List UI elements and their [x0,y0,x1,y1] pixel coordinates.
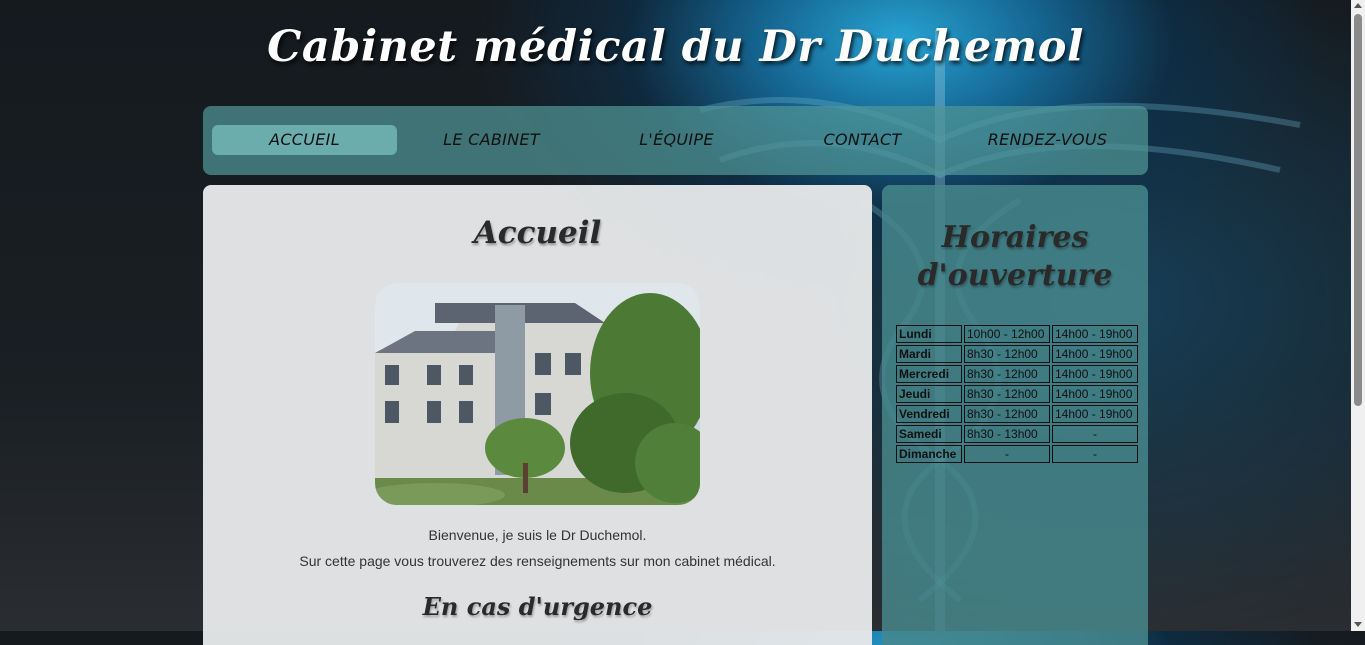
afternoon-hours-cell: - [1052,445,1138,463]
day-cell: Dimanche [896,445,962,463]
nav-item-accueil[interactable]: ACCUEIL [212,125,397,155]
nav-item-le-cabinet[interactable]: LE CABINET [399,125,584,155]
morning-hours-cell: 8h30 - 12h00 [964,385,1050,403]
table-row: Mardi 8h30 - 12h00 14h00 - 19h00 [896,345,1138,363]
page-heading: Accueil [473,215,602,251]
day-cell: Lundi [896,325,962,343]
table-row: Mercredi 8h30 - 12h00 14h00 - 19h00 [896,365,1138,383]
afternoon-hours-cell: 14h00 - 19h00 [1052,365,1138,383]
day-cell: Vendredi [896,405,962,423]
morning-hours-cell: 8h30 - 12h00 [964,405,1050,423]
opening-hours-table: Lundi 10h00 - 12h00 14h00 - 19h00 Mardi … [894,323,1140,465]
day-cell: Samedi [896,425,962,443]
day-cell: Mardi [896,345,962,363]
table-row: Lundi 10h00 - 12h00 14h00 - 19h00 [896,325,1138,343]
intro-line-1: Bienvenue, je suis le Dr Duchemol. [428,527,647,543]
table-row: Jeudi 8h30 - 12h00 14h00 - 19h00 [896,385,1138,403]
morning-hours-cell: 10h00 - 12h00 [964,325,1050,343]
nav-item-rendez-vous[interactable]: RENDEZ-VOUS [955,125,1140,155]
day-cell: Mercredi [896,365,962,383]
main-content: Accueil Bienvenue, je suis le Dr Duchemo… [203,185,872,645]
table-row: Dimanche - - [896,445,1138,463]
vertical-scrollbar[interactable] [1351,0,1365,631]
scroll-up-arrow-icon[interactable] [1354,3,1362,8]
scrollbar-thumb[interactable] [1354,14,1362,406]
opening-hours-panel: Horaires d'ouverture Lundi 10h00 - 12h00… [882,185,1148,645]
cabinet-building-photo [375,283,700,505]
scroll-down-arrow-icon[interactable] [1354,622,1362,627]
nav-item-equipe[interactable]: L'ÉQUIPE [584,125,769,155]
afternoon-hours-cell: 14h00 - 19h00 [1052,385,1138,403]
morning-hours-cell: 8h30 - 12h00 [964,345,1050,363]
morning-hours-cell: - [964,445,1050,463]
afternoon-hours-cell: 14h00 - 19h00 [1052,345,1138,363]
morning-hours-cell: 8h30 - 12h00 [964,365,1050,383]
morning-hours-cell: 8h30 - 13h00 [964,425,1050,443]
day-cell: Jeudi [896,385,962,403]
table-row: Samedi 8h30 - 13h00 - [896,425,1138,443]
site-title: Cabinet médical du Dr Duchemol [267,22,1084,72]
urgence-heading: En cas d'urgence [422,592,653,621]
table-row: Vendredi 8h30 - 12h00 14h00 - 19h00 [896,405,1138,423]
afternoon-hours-cell: - [1052,425,1138,443]
afternoon-hours-cell: 14h00 - 19h00 [1052,325,1138,343]
afternoon-hours-cell: 14h00 - 19h00 [1052,405,1138,423]
main-navigation: ACCUEIL LE CABINET L'ÉQUIPE CONTACT REND… [203,106,1148,175]
opening-hours-heading: Horaires d'ouverture [917,220,1113,293]
intro-line-2: Sur cette page vous trouverez des rensei… [299,553,776,569]
nav-item-contact[interactable]: CONTACT [770,125,955,155]
